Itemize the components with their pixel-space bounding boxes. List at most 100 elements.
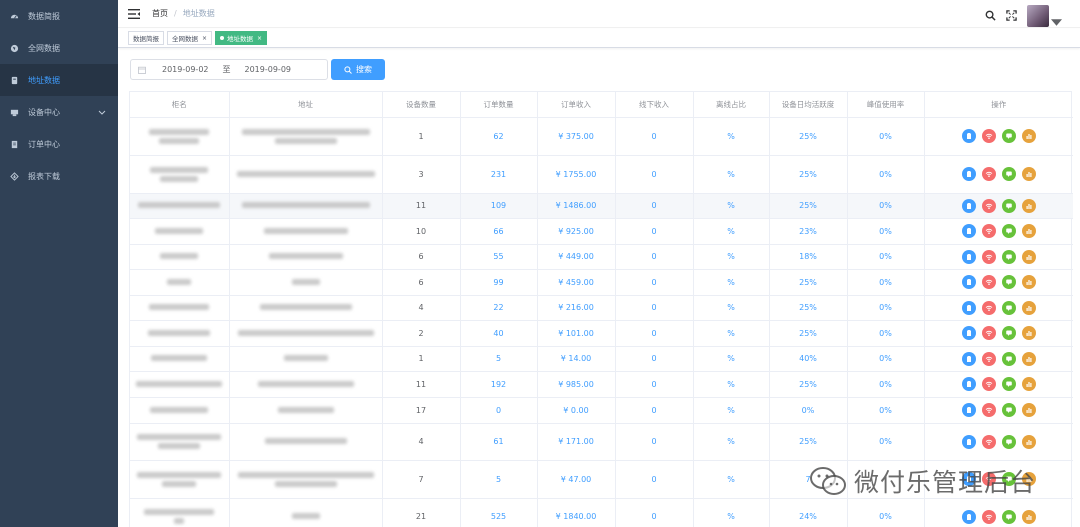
wifi-action-button[interactable] [981,351,996,366]
column-header[interactable]: 操作 [924,92,1073,118]
chart-action-button[interactable] [1021,326,1036,340]
table-row[interactable]: 7 5 ¥ 47.00 0% 7 [130,460,1073,499]
table-row[interactable]: 3 231 ¥ 1755.00 0% 25% 0% [130,155,1073,194]
breadcrumb-home[interactable]: 首页 [152,8,168,19]
wifi-action-button[interactable] [981,326,996,340]
column-header[interactable]: 线下收入 [615,92,694,118]
wifi-action-button[interactable] [981,472,996,486]
chart-action-button[interactable] [1021,377,1036,391]
tag-all-data[interactable]: 全网数据 × [167,31,213,45]
wifi-action-button[interactable] [981,300,996,315]
column-header[interactable]: 柜名 [130,92,230,118]
chat-action-button[interactable] [1001,509,1016,524]
chart-action-button[interactable] [1021,300,1036,315]
table-row[interactable]: 11 192 ¥ 985.00 0% 25% 0% [130,371,1073,398]
sidebar-item-device-center[interactable]: 设备中心 [0,96,118,128]
tag-data-brief[interactable]: 数据简报 [128,31,164,45]
close-icon[interactable]: × [202,35,207,42]
clipboard-action-button[interactable] [961,249,976,264]
chart-action-button[interactable] [1021,129,1036,143]
chat-action-button[interactable] [1001,224,1016,238]
chart-action-button[interactable] [1021,472,1036,486]
clipboard-action-button[interactable] [961,472,976,486]
chart-action-button[interactable] [1021,351,1036,366]
table-row[interactable]: 4 61 ¥ 171.00 0% 25% 0% [130,423,1073,461]
wifi-action-button[interactable] [981,129,996,143]
wifi-action-button[interactable] [981,434,996,449]
chat-action-button[interactable] [1001,472,1016,486]
clipboard-action-button[interactable] [961,351,976,366]
wifi-action-button[interactable] [981,275,996,289]
sidebar-item-order-center[interactable]: 订单中心 [0,128,118,160]
wifi-action-button[interactable] [981,403,996,417]
chat-action-button[interactable] [1001,275,1016,289]
sidebar-item-data-brief[interactable]: 数据简报 [0,0,118,32]
chart-action-button[interactable] [1021,403,1036,417]
start-date-input[interactable]: 2019-09-02 [162,65,209,74]
table-row[interactable]: 1 62 ¥ 375.00 0% 25% 0% [130,117,1073,156]
chart-action-button[interactable] [1021,275,1036,289]
table-row[interactable]: 1 5 ¥ 14.00 0% 40% 0% [130,346,1073,372]
clipboard-action-button[interactable] [961,129,976,143]
clipboard-action-button[interactable] [961,167,976,181]
wifi-action-button[interactable] [981,249,996,264]
chart-action-button[interactable] [1021,224,1036,238]
clipboard-action-button[interactable] [961,224,976,238]
chart-action-button[interactable] [1021,434,1036,449]
wifi-action-button[interactable] [981,198,996,213]
wifi-action-button[interactable] [981,377,996,391]
table-row[interactable]: 10 66 ¥ 925.00 0% 23% 0% [130,218,1073,245]
chat-action-button[interactable] [1001,377,1016,391]
clipboard-action-button[interactable] [961,275,976,289]
table-row[interactable]: 6 99 ¥ 459.00 0% 25% 0% [130,269,1073,296]
table-row[interactable]: 21 525 ¥ 1840.00 0% 24% 0% [130,498,1073,527]
table-row[interactable]: 2 40 ¥ 101.00 0% 25% 0% [130,320,1073,347]
wifi-action-button[interactable] [981,167,996,181]
table-row[interactable]: 4 22 ¥ 216.00 0% 25% 0% [130,295,1073,321]
wifi-action-button[interactable] [981,509,996,524]
tag-address-data[interactable]: 地址数据 × [215,31,268,45]
column-header[interactable]: 订单收入 [537,92,616,118]
date-range-picker[interactable]: 2019-09-02 至 2019-09-09 [130,59,328,80]
chart-action-button[interactable] [1021,167,1036,181]
chat-action-button[interactable] [1001,198,1016,213]
clipboard-action-button[interactable] [961,377,976,391]
clipboard-action-button[interactable] [961,300,976,315]
sidebar-item-all-data[interactable]: 全网数据 [0,32,118,64]
chart-action-button[interactable] [1021,249,1036,264]
column-header[interactable]: 订单数量 [460,92,538,118]
column-header[interactable]: 设备数量 [382,92,461,118]
avatar[interactable] [1027,4,1049,27]
clipboard-action-button[interactable] [961,509,976,524]
clipboard-action-button[interactable] [961,403,976,417]
wifi-action-button[interactable] [981,224,996,238]
end-date-input[interactable]: 2019-09-09 [245,65,292,74]
clipboard-action-button[interactable] [961,434,976,449]
hamburger-icon[interactable] [128,8,140,19]
chat-action-button[interactable] [1001,351,1016,366]
chat-action-button[interactable] [1001,167,1016,181]
sidebar-item-report-download[interactable]: 报表下载 [0,160,118,192]
table-row[interactable]: 11 109 ¥ 1486.00 0% 25% 0% [130,193,1073,219]
chat-action-button[interactable] [1001,403,1016,417]
column-header[interactable]: 峰值使用率 [847,92,925,118]
chart-action-button[interactable] [1021,198,1036,213]
table-row[interactable]: 17 0 ¥ 0.00 0% 0% 0% [130,397,1073,424]
fullscreen-icon[interactable] [1006,10,1017,21]
caret-down-icon[interactable] [1051,17,1062,28]
chat-action-button[interactable] [1001,129,1016,143]
chat-action-button[interactable] [1001,326,1016,340]
chat-action-button[interactable] [1001,249,1016,264]
close-icon[interactable]: × [257,35,262,42]
chat-action-button[interactable] [1001,300,1016,315]
column-header[interactable]: 设备日均活跃度 [769,92,848,118]
table-row[interactable]: 6 55 ¥ 449.00 0% 18% 0% [130,244,1073,270]
search-icon[interactable] [985,10,996,21]
chat-action-button[interactable] [1001,434,1016,449]
column-header[interactable]: 地址 [229,92,383,118]
clipboard-action-button[interactable] [961,326,976,340]
chart-action-button[interactable] [1021,509,1036,524]
sidebar-item-address-data[interactable]: 地址数据 [0,64,118,96]
search-button[interactable]: 搜索 [331,59,385,80]
clipboard-action-button[interactable] [961,198,976,213]
